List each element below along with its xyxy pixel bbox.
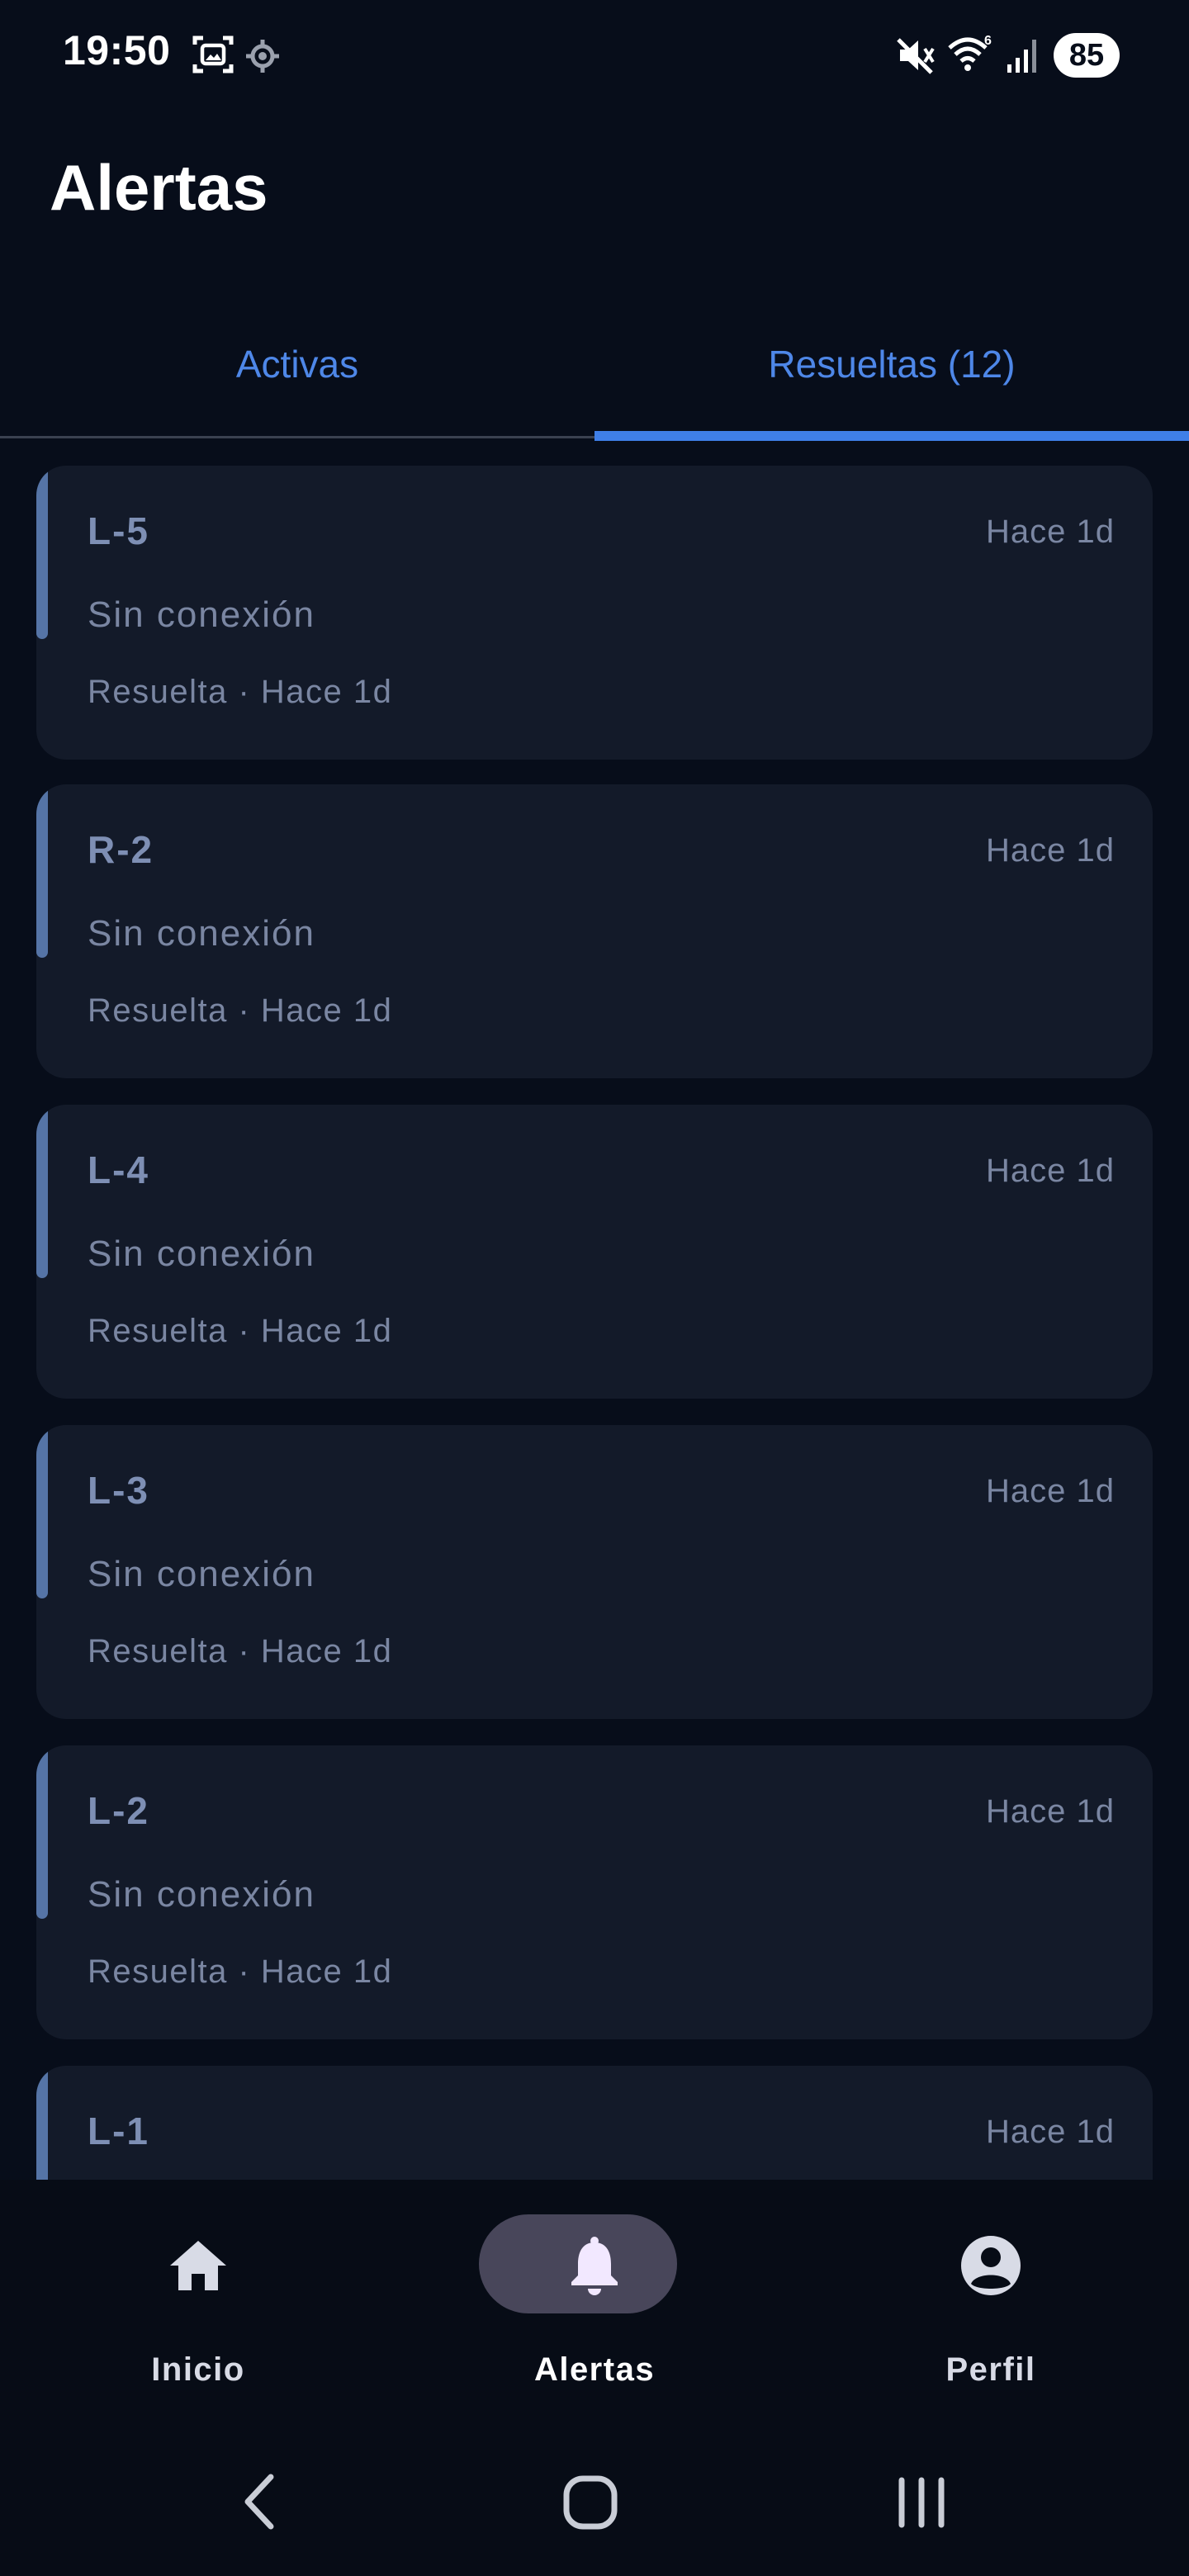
page-title: Alertas [50,151,268,224]
tab-resueltas[interactable]: Resueltas (12) [594,314,1189,441]
wifi-icon: 6 [948,34,992,71]
alerts-list[interactable]: L-5 Hace 1d Sin conexión Resuelta · Hace… [0,441,1189,2180]
alert-card[interactable]: L-4 Hace 1d Sin conexión Resuelta · Hace… [36,1105,1153,1399]
alert-card[interactable]: L-3 Hace 1d Sin conexión Resuelta · Hace… [36,1425,1153,1719]
home-icon [170,2241,226,2290]
nav-item-perfil[interactable]: Perfil [793,2180,1189,2427]
location-icon [246,40,279,73]
alert-accent-bar [36,2066,48,2180]
alert-status: Resuelta · Hace 1d [88,992,393,1029]
alert-status: Resuelta · Hace 1d [88,674,393,710]
nav-item-alertas[interactable]: Alertas [396,2180,793,2427]
nav-label-inicio: Inicio [151,2351,245,2388]
alert-card[interactable]: L-2 Hace 1d Sin conexión Resuelta · Hace… [36,1745,1153,2039]
alert-accent-bar [36,1425,48,1598]
mute-icon [897,38,935,74]
alert-accent-bar [36,1105,48,1278]
nav-label-alertas: Alertas [533,2351,656,2388]
alert-title: L-5 [88,509,149,552]
bottom-nav: Inicio Alertas Perfil [0,2180,1189,2427]
nav-label-perfil: Perfil [945,2351,1036,2388]
alert-time: Hace 1d [986,1793,1115,1830]
alert-title: L-4 [88,1148,149,1191]
alert-message: Sin conexión [88,1554,315,1594]
alerts-screen: 19:50 6 85 Alertas Activas Resueltas (12… [0,0,1189,2576]
nav-item-inicio[interactable]: Inicio [0,2180,396,2427]
alert-status: Resuelta · Hace 1d [88,1633,393,1669]
profile-icon [961,2236,1021,2295]
alert-accent-bar [36,466,48,639]
bell-icon [571,2237,618,2295]
alert-message: Sin conexión [88,1234,315,1274]
alert-message: Sin conexión [88,594,315,635]
tab-activas[interactable]: Activas [0,314,594,441]
alert-time: Hace 1d [986,1153,1115,1189]
alert-accent-bar [36,1745,48,1919]
alert-title: L-2 [88,1789,149,1832]
alert-time: Hace 1d [986,832,1115,869]
screenshot-icon [192,36,234,73]
signal-icon [1007,40,1036,73]
alert-message: Sin conexión [88,913,315,954]
tab-selected-indicator [594,431,1189,441]
tab-bar: Activas Resueltas (12) [0,314,1189,441]
alert-message: Sin conexión [88,1874,315,1915]
alert-time: Hace 1d [986,2114,1115,2150]
alert-status: Resuelta · Hace 1d [88,1953,393,1990]
battery-indicator: 85 [1054,33,1120,78]
alert-title: L-3 [88,1469,149,1512]
back-icon[interactable] [192,2427,324,2576]
svg-text:6: 6 [984,34,992,48]
alert-title: R-2 [88,828,154,871]
alert-status: Resuelta · Hace 1d [88,1313,393,1349]
alert-card[interactable]: R-2 Hace 1d Sin conexión Resuelta · Hace… [36,784,1153,1078]
status-bar: 19:50 6 85 [0,0,1189,112]
alert-card[interactable]: L-1 Hace 1d [36,2066,1153,2180]
alert-title: L-1 [88,2110,149,2152]
alert-time: Hace 1d [986,514,1115,550]
recents-icon[interactable] [855,2427,988,2576]
alert-card[interactable]: L-5 Hace 1d Sin conexión Resuelta · Hace… [36,466,1153,760]
status-time: 19:50 [63,27,171,73]
home-circle-icon[interactable] [525,2427,657,2576]
alert-accent-bar [36,784,48,958]
alert-time: Hace 1d [986,1473,1115,1509]
system-navigation-bar [0,2427,1189,2576]
